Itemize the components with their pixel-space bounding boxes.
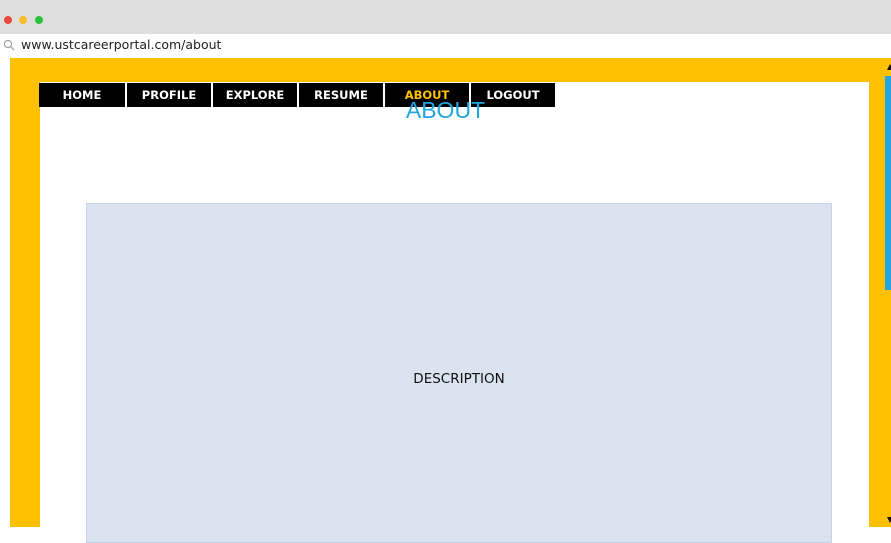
scrollbar-thumb[interactable] [885,76,891,290]
description-text: DESCRIPTION [413,371,505,387]
maximize-window-button[interactable] [35,16,43,24]
scroll-down-arrow-icon[interactable] [887,517,891,523]
url-text[interactable]: www.ustcareerportal.com/about [21,37,221,52]
address-bar[interactable]: www.ustcareerportal.com/about [0,34,891,58]
description-box: DESCRIPTION [86,203,832,543]
minimize-window-button[interactable] [19,16,27,24]
browser-titlebar [0,0,891,34]
scroll-up-arrow-icon[interactable] [887,64,891,70]
close-window-button[interactable] [4,16,12,24]
search-icon [3,39,15,51]
page-title: ABOUT [405,97,486,123]
